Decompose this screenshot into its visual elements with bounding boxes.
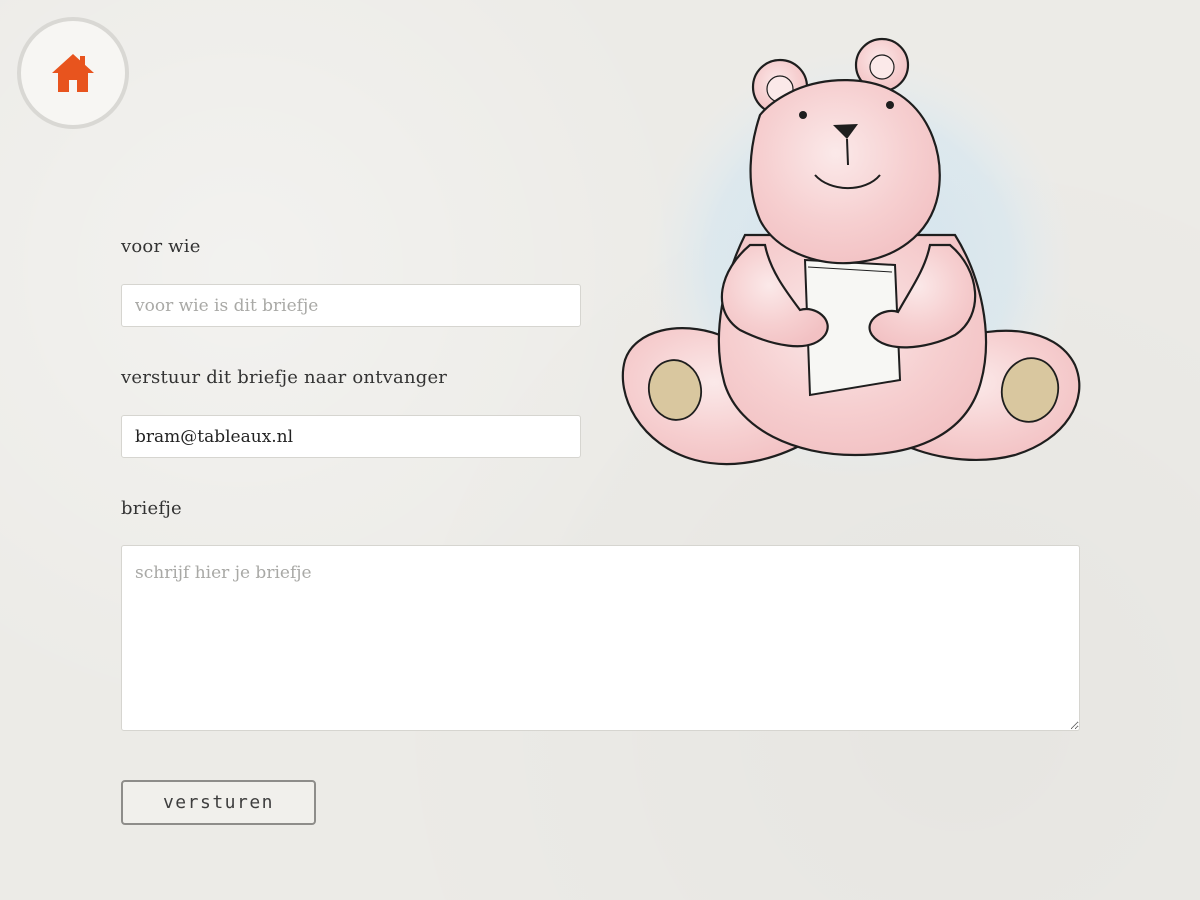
submit-button[interactable]: versturen — [121, 780, 316, 825]
recipient-name-input[interactable] — [121, 284, 581, 327]
recipient-name-label: voor wie — [121, 236, 201, 257]
recipient-email-label: verstuur dit briefje naar ontvanger — [121, 367, 448, 388]
bear-head — [749, 79, 941, 265]
recipient-email-input[interactable] — [121, 415, 581, 458]
note-textarea[interactable] — [121, 545, 1080, 731]
bear-left-eye — [799, 111, 807, 119]
teddy-bear-illustration — [621, 37, 1081, 480]
bear-right-eye — [886, 101, 894, 109]
note-label: briefje — [121, 498, 182, 519]
bear-right-ear-inner — [869, 54, 895, 80]
home-button[interactable] — [17, 17, 129, 129]
home-icon — [52, 54, 94, 92]
